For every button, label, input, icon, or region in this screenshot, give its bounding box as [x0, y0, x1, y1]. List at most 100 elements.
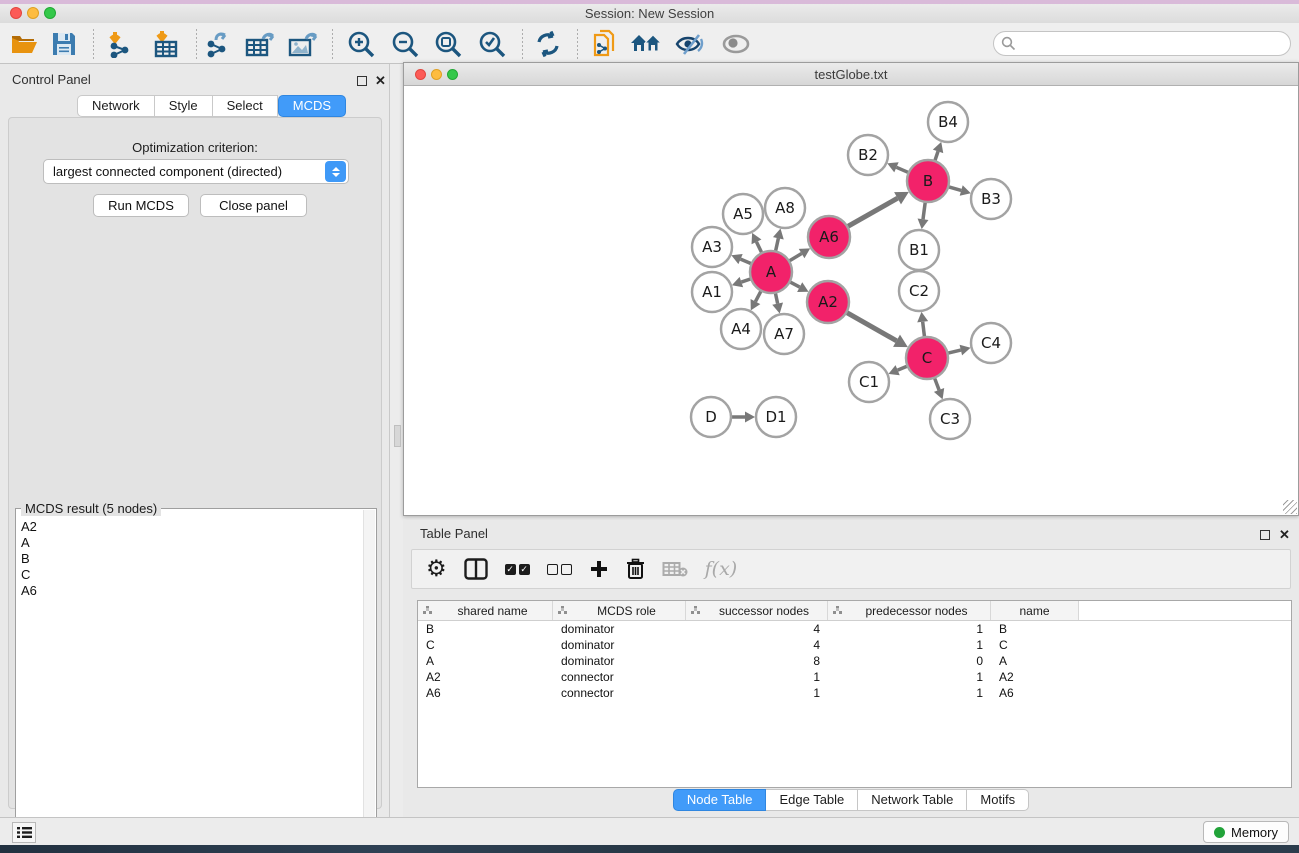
float-table-panel-icon[interactable]	[1260, 527, 1270, 545]
main-toolbar	[0, 23, 1299, 64]
graph-edge-A6-B[interactable]	[846, 198, 898, 227]
export-image-button[interactable]	[287, 28, 321, 60]
panel-splitter-handle[interactable]	[394, 425, 401, 447]
graph-edge-arrowhead	[960, 185, 971, 196]
show-eye-icon	[720, 32, 752, 56]
close-panel-button[interactable]: Close panel	[200, 194, 307, 217]
table-row[interactable]: A6connector11A6	[418, 685, 1291, 701]
mcds-list-scrollbar[interactable]	[363, 510, 375, 851]
node-table: shared nameMCDS rolesuccessor nodesprede…	[417, 600, 1292, 788]
tab-select[interactable]: Select	[213, 95, 278, 117]
search-input[interactable]	[1016, 34, 1290, 54]
mcds-result-item[interactable]: A	[18, 535, 358, 551]
table-cell: 1	[828, 669, 991, 685]
mcds-result-item[interactable]: A6	[18, 583, 358, 599]
table-row[interactable]: A2connector11A2	[418, 669, 1291, 685]
hide-selected-button[interactable]	[673, 28, 707, 60]
tab-network[interactable]: Network	[77, 95, 155, 117]
network-graph-canvas[interactable]: AA1A2A3A4A5A6A7A8BB1B2B3B4CC1C2C3C4DD1	[404, 87, 1298, 515]
toolbar-separator	[522, 29, 523, 59]
column-header[interactable]: predecessor nodes	[828, 601, 991, 620]
zoom-network-button[interactable]	[447, 69, 458, 80]
import-table-button[interactable]	[149, 28, 183, 60]
table-cell: 1	[828, 685, 991, 701]
table-cell: connector	[553, 669, 686, 685]
table-row[interactable]: Adominator80A	[418, 653, 1291, 669]
tab-edge-table[interactable]: Edge Table	[766, 789, 858, 811]
mcds-result-title: MCDS result (5 nodes)	[21, 501, 161, 516]
run-mcds-button[interactable]: Run MCDS	[93, 194, 189, 217]
minimize-window-button[interactable]	[27, 7, 39, 19]
create-column-icon[interactable]	[589, 555, 609, 583]
table-cell: 1	[828, 621, 991, 637]
column-header[interactable]: shared name	[418, 601, 553, 620]
zoom-fit-button[interactable]	[431, 28, 465, 60]
column-header[interactable]: MCDS role	[553, 601, 686, 620]
zoom-selected-button[interactable]	[475, 28, 509, 60]
open-file-button[interactable]	[7, 28, 41, 60]
tab-network-table[interactable]: Network Table	[858, 789, 967, 811]
shared-column-icon	[690, 606, 701, 615]
table-cell: 1	[686, 669, 828, 685]
memory-button[interactable]: Memory	[1203, 821, 1289, 843]
graph-node-label: A1	[702, 283, 722, 301]
memory-status-icon	[1214, 827, 1225, 838]
new-network-from-selection-button[interactable]	[589, 28, 623, 60]
column-header[interactable]: name	[991, 601, 1079, 620]
delete-columns-trash-icon[interactable]	[626, 555, 645, 583]
export-image-icon	[288, 30, 320, 58]
close-network-button[interactable]	[415, 69, 426, 80]
graph-node-label: A8	[775, 199, 795, 217]
zoom-window-button[interactable]	[44, 7, 56, 19]
first-neighbors-button[interactable]	[630, 28, 664, 60]
toolbar-separator	[332, 29, 333, 59]
task-history-button[interactable]	[12, 822, 36, 843]
minimize-network-button[interactable]	[431, 69, 442, 80]
table-options-gear-icon[interactable]: ⚙	[426, 555, 447, 583]
unselect-all-icon[interactable]	[547, 555, 572, 583]
import-network-button[interactable]	[104, 28, 138, 60]
table-cell: dominator	[553, 621, 686, 637]
export-table-button[interactable]	[244, 28, 278, 60]
export-network-button[interactable]	[201, 28, 235, 60]
tab-mcds[interactable]: MCDS	[278, 95, 346, 117]
tab-style[interactable]: Style	[155, 95, 213, 117]
graph-node-label: A3	[702, 238, 722, 256]
mcds-result-item[interactable]: A2	[18, 519, 358, 535]
zoom-fit-icon	[433, 29, 463, 59]
memory-label: Memory	[1231, 825, 1278, 840]
column-header[interactable]: successor nodes	[686, 601, 828, 620]
resize-grip-icon[interactable]	[1283, 500, 1297, 514]
criterion-dropdown[interactable]: largest connected component (directed)	[43, 159, 349, 184]
mcds-result-list: A2ABCA6	[18, 519, 358, 599]
tab-node-table[interactable]: Node Table	[673, 789, 767, 811]
table-row[interactable]: Cdominator41C	[418, 637, 1291, 653]
select-all-icon[interactable]: ✓✓	[505, 555, 530, 583]
graph-edge-A2-C[interactable]	[845, 311, 897, 340]
mcds-result-item[interactable]: C	[18, 567, 358, 583]
table-row[interactable]: Bdominator41B	[418, 621, 1291, 637]
zoom-out-button[interactable]	[388, 28, 422, 60]
show-column-panel-icon[interactable]	[464, 555, 488, 583]
close-window-button[interactable]	[10, 7, 22, 19]
network-window-title: testGlobe.txt	[404, 63, 1298, 86]
float-panel-icon[interactable]	[357, 73, 367, 91]
show-all-button[interactable]	[719, 28, 753, 60]
apply-layout-button[interactable]	[531, 28, 565, 60]
save-session-button[interactable]	[47, 28, 81, 60]
mcds-result-item[interactable]: B	[18, 551, 358, 567]
tab-motifs[interactable]: Motifs	[967, 789, 1029, 811]
search-field[interactable]	[993, 31, 1291, 56]
desktop-strip-bottom	[0, 845, 1299, 853]
table-cell: B	[418, 621, 553, 637]
close-panel-icon[interactable]: ✕	[375, 72, 386, 90]
table-cell: 0	[828, 653, 991, 669]
new-network-document-icon	[591, 29, 621, 59]
table-cell: A6	[418, 685, 553, 701]
zoom-in-button[interactable]	[344, 28, 378, 60]
toolbar-separator	[93, 29, 94, 59]
close-table-panel-icon[interactable]: ✕	[1279, 526, 1290, 544]
graph-node-label: A2	[818, 293, 838, 311]
refresh-icon	[534, 30, 562, 58]
graph-node-label: C1	[859, 373, 879, 391]
